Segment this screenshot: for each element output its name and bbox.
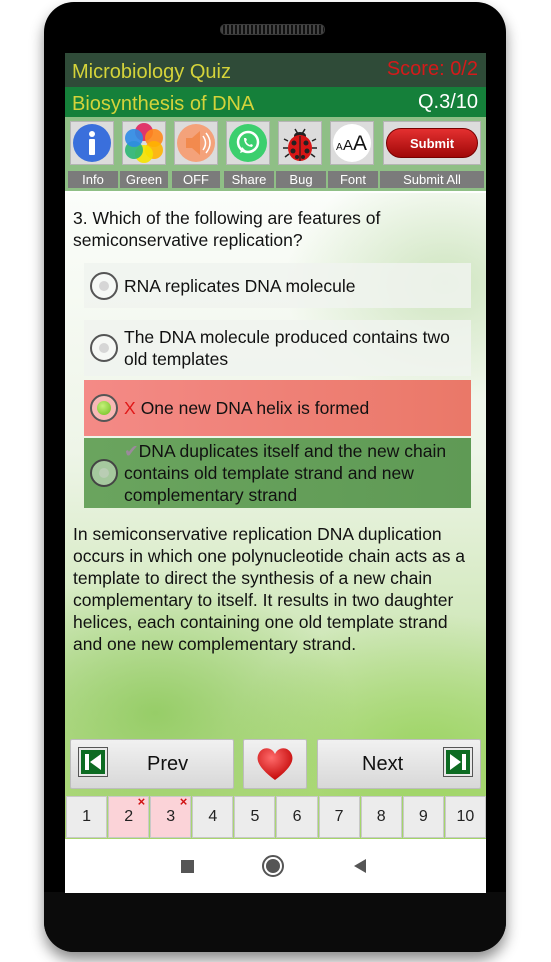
theme-color-button[interactable]: [122, 121, 166, 165]
answer-option-2[interactable]: The DNA molecule produced contains two o…: [84, 320, 471, 376]
page-button-1[interactable]: 1: [66, 796, 108, 838]
explanation-text: In semiconservative replication DNA dupl…: [73, 524, 466, 654]
radio-button-selected[interactable]: [90, 394, 118, 422]
option-text-wrapper: ✔DNA duplicates itself and the new chain…: [124, 440, 471, 506]
recents-icon[interactable]: [181, 860, 194, 873]
color-theme-icon: [125, 123, 163, 163]
page-number: 9: [418, 808, 428, 825]
favorite-button[interactable]: [243, 739, 307, 789]
page-number: 10: [456, 808, 475, 825]
ladybug-icon: [283, 128, 317, 161]
check-mark-icon: ✔: [124, 441, 139, 461]
home-dot: [266, 859, 280, 873]
radio-button[interactable]: [90, 271, 118, 300]
skip-forward-icon: [443, 747, 473, 777]
page-number: 7: [334, 808, 344, 825]
page-button-7[interactable]: 7: [318, 796, 360, 838]
option-text: RNA replicates DNA molecule: [124, 275, 356, 296]
radio-dot: [99, 343, 109, 353]
report-bug-button[interactable]: [278, 121, 322, 165]
radio-dot: [99, 468, 109, 478]
question-counter: Q.3/10: [417, 91, 478, 113]
answer-option-4-correct[interactable]: ✔DNA duplicates itself and the new chain…: [84, 438, 471, 508]
radio-dot-selected: [97, 401, 111, 415]
wrong-badge-icon: ×: [137, 794, 146, 809]
svg-text:A: A: [343, 137, 353, 154]
page-number: 5: [250, 808, 260, 825]
prev-button[interactable]: Prev: [70, 739, 234, 789]
title-bar: Microbiology Quiz Score: 0/2: [65, 53, 486, 87]
answer-option-1[interactable]: RNA replicates DNA molecule: [84, 263, 471, 308]
svg-text:A: A: [336, 142, 343, 153]
theme-label: Green: [120, 171, 168, 188]
answer-option-3-selected-wrong[interactable]: X One new DNA helix is formed: [84, 380, 471, 436]
radio-button[interactable]: [90, 334, 118, 362]
sound-toggle-button[interactable]: [174, 121, 218, 165]
skip-back-icon: [78, 747, 108, 777]
page-number: 8: [376, 808, 386, 825]
page-button-9[interactable]: 9: [402, 796, 444, 838]
option-text: One new DNA helix is formed: [140, 398, 370, 418]
next-label: Next: [362, 753, 404, 775]
home-icon[interactable]: [262, 855, 284, 877]
topic-title: Biosynthesis of DNA: [72, 93, 255, 115]
info-label: Info: [68, 171, 118, 188]
android-nav-bar: [65, 839, 486, 893]
font-label: Font: [328, 171, 378, 188]
page-button-2[interactable]: 2 ×: [108, 794, 150, 838]
speaker-icon: [177, 124, 215, 162]
phone-chin: [44, 892, 506, 952]
page-number: 2: [124, 808, 134, 825]
sound-label: OFF: [172, 171, 220, 188]
page-button-5[interactable]: 5: [234, 796, 276, 838]
option-text: The DNA molecule produced contains two o…: [124, 327, 450, 369]
radio-button[interactable]: [90, 459, 118, 487]
wrong-badge-icon: ×: [179, 794, 188, 809]
info-icon: [73, 124, 111, 162]
score-label: Score: 0/2: [386, 58, 478, 80]
font-size-button[interactable]: A A A: [330, 121, 374, 165]
option-text: DNA duplicates itself and the new chain …: [124, 441, 447, 505]
wrong-mark-icon: X: [124, 398, 136, 418]
page-number: 3: [166, 808, 176, 825]
page-number: 1: [82, 808, 91, 825]
page-number: 6: [292, 808, 302, 825]
page-button-10[interactable]: 10: [444, 796, 486, 838]
question-page-bar: 1 2 × 3 × 4 5 6 7 8 9 10: [66, 794, 486, 838]
info-button[interactable]: [70, 121, 114, 165]
topic-bar: Biosynthesis of DNA Q.3/10: [65, 87, 486, 117]
bug-label: Bug: [276, 171, 326, 188]
question-text: 3. Which of the following are features o…: [73, 208, 381, 250]
app-title: Microbiology Quiz: [72, 61, 231, 83]
share-label: Share: [224, 171, 274, 188]
prev-label: Prev: [147, 753, 189, 775]
share-button[interactable]: [226, 121, 270, 165]
page-button-3[interactable]: 3 ×: [150, 794, 192, 838]
page-button-4[interactable]: 4: [192, 796, 234, 838]
back-icon[interactable]: [354, 859, 366, 873]
app-screen: Microbiology Quiz Score: 0/2 Biosynthesi…: [65, 53, 486, 893]
svg-text:A: A: [353, 132, 367, 155]
page-button-8[interactable]: 8: [360, 796, 402, 838]
radio-dot: [99, 280, 109, 291]
page-button-6[interactable]: 6: [276, 796, 318, 838]
submit-all-label: Submit All: [380, 171, 484, 188]
next-button[interactable]: Next: [317, 739, 481, 789]
heart-icon: [257, 748, 293, 780]
phone-speaker: [220, 24, 325, 35]
font-size-icon: A A A: [333, 124, 371, 162]
page-number: 4: [208, 808, 218, 825]
whatsapp-share-icon: [229, 124, 267, 162]
submit-button[interactable]: Submit: [386, 128, 478, 158]
toolbar: Info Green OFF Share Bug A A A Font Subm…: [65, 117, 486, 191]
submit-button-container: Submit: [383, 121, 481, 165]
